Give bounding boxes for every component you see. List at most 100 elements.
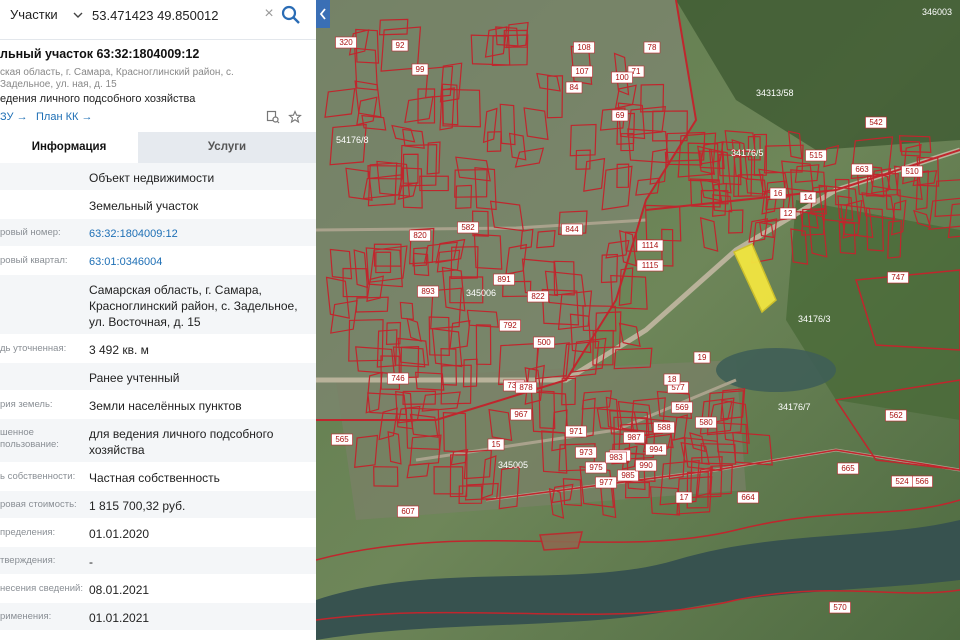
plot-label: 524 — [891, 475, 913, 488]
plot-label: 17 — [675, 491, 693, 504]
plot-label: 16 — [769, 187, 787, 200]
plot-label: 588 — [653, 421, 675, 434]
plot-number: 792 — [503, 321, 517, 330]
plot-number: 822 — [531, 292, 545, 301]
info-row: ровый квартал: 63:01:0346004 — [0, 247, 316, 275]
search-type-select[interactable]: Участки — [10, 0, 58, 30]
tab-services[interactable]: Услуги — [138, 132, 316, 163]
info-row-value: для ведения личного подсобного хозяйства — [89, 427, 274, 457]
info-row-value: 1 815 700,32 руб. — [89, 499, 186, 513]
quarter-label: 34176/5 — [731, 148, 764, 158]
plot-number: 108 — [577, 43, 591, 52]
plot-label: 747 — [887, 271, 909, 284]
plot-number: 500 — [537, 338, 551, 347]
info-row: рия земель: Земли населённых пунктов — [0, 391, 316, 419]
star-icon[interactable] — [288, 110, 302, 124]
info-row-value: Ранее учтенный — [89, 371, 180, 385]
info-row: Самарская область, г. Самара, Красноглин… — [0, 275, 316, 335]
plot-number: 524 — [895, 477, 909, 486]
info-row: ровый номер: 63:32:1804009:12 — [0, 219, 316, 247]
plot-number: 107 — [575, 67, 589, 76]
info-row-label: ровый квартал: — [0, 255, 68, 266]
plot-number: 565 — [335, 435, 349, 444]
plot-number: 69 — [616, 111, 625, 120]
plot-label: 977 — [595, 476, 617, 489]
plot-number: 570 — [833, 603, 847, 612]
info-row: пределения: 01.01.2020 — [0, 519, 316, 547]
info-row-label: ровый номер: — [0, 227, 61, 238]
plot-label: 566 — [911, 475, 933, 488]
plot-label: 78 — [643, 41, 661, 54]
plot-label: 19 — [693, 351, 711, 364]
info-row-label: пределения: — [0, 527, 56, 538]
plot-label: 891 — [493, 273, 515, 286]
plan-kk-link-label: План КК — [36, 111, 79, 123]
plot-number: 971 — [569, 427, 583, 436]
plot-label: 580 — [695, 416, 717, 429]
info-row-label: ь собственности: — [0, 471, 76, 482]
info-row-value: Самарская область, г. Самара, Красноглин… — [89, 283, 298, 329]
collapse-panel-button[interactable] — [316, 0, 330, 28]
plot-number: 746 — [391, 374, 405, 383]
plot-number: 18 — [668, 375, 677, 384]
info-row-label: рия земель: — [0, 399, 53, 410]
plot-number: 990 — [639, 461, 653, 470]
info-row-label: тверждения: — [0, 555, 56, 566]
plot-number: 569 — [675, 403, 689, 412]
tab-information[interactable]: Информация — [0, 132, 138, 163]
plot-label: 14 — [799, 191, 817, 204]
clear-icon[interactable]: × — [262, 6, 276, 22]
plot-label: 515 — [805, 149, 827, 162]
map-canvas[interactable]: 345006 345005 346003 34313/58 34176/5 34176/3… — [316, 0, 960, 640]
chevron-down-icon[interactable] — [72, 9, 84, 21]
plot-label: 987 — [623, 431, 645, 444]
info-row: Ранее учтенный — [0, 363, 316, 391]
plot-number: 99 — [416, 65, 425, 74]
plot-label: 108 — [573, 41, 595, 54]
arrow-right-icon: → — [16, 111, 28, 123]
quarter-label: 34176/7 — [778, 402, 811, 412]
info-row-link[interactable]: 63:32:1804009:12 — [89, 226, 309, 242]
plot-label: 69 — [611, 109, 629, 122]
info-row-link[interactable]: 63:01:0346004 — [89, 254, 309, 270]
parcel-address-short: ская область, г. Самара, Красноглинский … — [0, 67, 234, 90]
plot-number: 71 — [632, 67, 641, 76]
zu-link-label: ЗУ — [0, 111, 14, 123]
plot-label: 967 — [510, 408, 532, 421]
search-bar: Участки × — [0, 0, 316, 40]
plot-number: 320 — [339, 38, 353, 47]
plot-number: 16 — [774, 189, 783, 198]
plot-label: 565 — [331, 433, 353, 446]
plot-label: 12 — [779, 207, 797, 220]
plot-number: 967 — [514, 410, 528, 419]
plot-label: 570 — [829, 601, 851, 614]
plot-label: 663 — [851, 163, 873, 176]
info-row-value: 01.01.2020 — [89, 527, 150, 541]
search-icon[interactable] — [280, 4, 302, 26]
plot-label: 1114 — [636, 239, 664, 252]
plot-label: 562 — [885, 409, 907, 422]
plot-label: 971 — [565, 425, 587, 438]
plot-label: 1115 — [636, 259, 664, 272]
plot-label: 18 — [663, 373, 681, 386]
info-row-value: Земельный участок — [89, 199, 199, 213]
plot-label: 92 — [391, 39, 409, 52]
plot-label: 844 — [561, 223, 583, 236]
chevron-left-icon — [319, 8, 326, 20]
search-input[interactable] — [92, 4, 257, 26]
quarter-label: 346003 — [922, 7, 952, 17]
info-row: дь уточненная: 3 492 кв. м — [0, 335, 316, 363]
measure-icon[interactable] — [266, 110, 280, 124]
plot-label: 15 — [487, 438, 505, 451]
info-row-value: Частная собственность — [89, 471, 220, 485]
info-row: шенное пользование: для ведения личного п… — [0, 419, 316, 463]
plan-kk-link[interactable]: План КК → — [36, 111, 92, 123]
zu-link[interactable]: ЗУ → — [0, 111, 28, 123]
plot-label: 820 — [409, 229, 431, 242]
plot-label: 822 — [527, 290, 549, 303]
cadastral-map[interactable]: 345006 345005 346003 34313/58 34176/5 34176/3… — [316, 0, 960, 640]
info-row-value: - — [89, 555, 93, 569]
plot-label: 542 — [865, 116, 887, 129]
plot-label: 893 — [417, 285, 439, 298]
plot-number: 893 — [421, 287, 435, 296]
